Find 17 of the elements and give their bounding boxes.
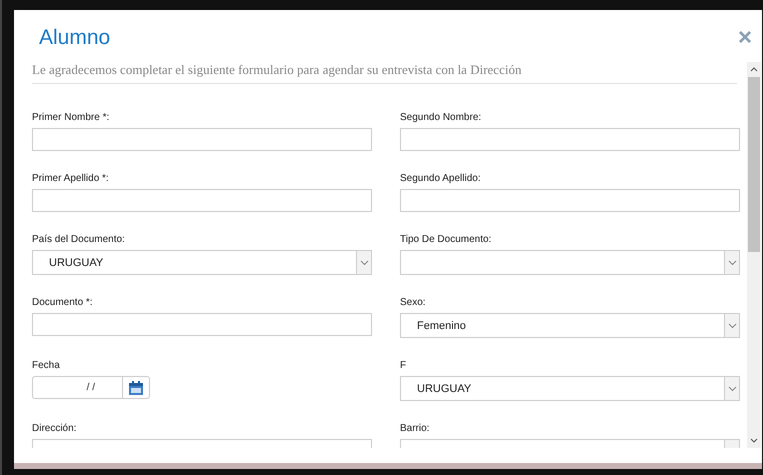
field-label: Sexo:	[400, 297, 427, 309]
field-label: País del Documento:	[32, 234, 126, 246]
dropdown[interactable]: Femenino	[400, 313, 740, 338]
field-label: Fecha	[32, 360, 61, 372]
field-label: F	[400, 360, 408, 372]
dropdown[interactable]: URUGUAY	[400, 376, 740, 401]
field-label: Dirección:	[32, 423, 78, 435]
field-label: Primer Apellido *:	[32, 173, 110, 185]
dropdown[interactable]: URUGUAY	[32, 250, 372, 275]
field-label: Primer Nombre *:	[32, 112, 110, 124]
dialog-title: Alumno	[39, 26, 110, 50]
field-label: Documento *:	[32, 297, 94, 309]
field-label: Barrio:	[400, 423, 430, 435]
form-intro: Le agradecemos completar el siguiente formulario para agendar su entrevista con la Dirección	[32, 62, 737, 84]
field-label: Segundo Apellido:	[400, 173, 482, 185]
field-label: Segundo Nombre:	[400, 112, 482, 124]
field-label: Tipo De Documento:	[400, 234, 492, 246]
